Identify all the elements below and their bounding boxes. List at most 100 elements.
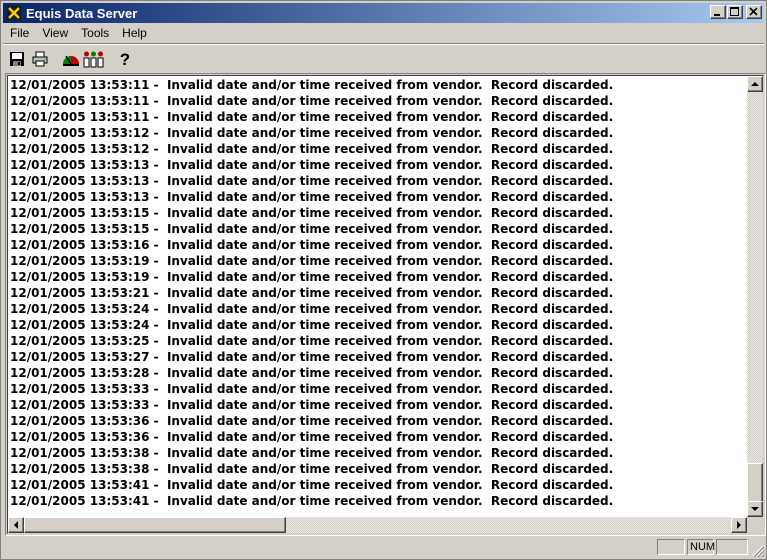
arrow-right-icon — [737, 521, 741, 529]
log-time: 13:53:11 — [89, 94, 150, 108]
log-line: 12/01/2005 13:53:41 - Invalid date and/o… — [10, 494, 614, 508]
log-time: 13:53:41 — [89, 494, 150, 508]
log-line: 12/01/2005 13:53:19 - Invalid date and/o… — [10, 254, 614, 268]
scrollbar-corner — [747, 517, 763, 533]
scroll-left-button[interactable] — [8, 517, 24, 533]
log-time: 13:53:33 — [89, 398, 150, 412]
status-pane-1 — [657, 539, 685, 555]
log-time: 13:53:11 — [89, 110, 150, 124]
save-icon — [9, 52, 24, 66]
scroll-up-button[interactable] — [747, 76, 763, 92]
log-line: 12/01/2005 13:53:19 - Invalid date and/o… — [10, 270, 614, 284]
log-message: Invalid date and/or time received from v… — [166, 110, 614, 124]
log-line: 12/01/2005 13:53:38 - Invalid date and/o… — [10, 446, 614, 460]
minimize-icon — [714, 14, 720, 16]
log-time: 13:53:24 — [89, 318, 150, 332]
close-icon — [749, 7, 758, 16]
log-line: 12/01/2005 13:53:13 - Invalid date and/o… — [10, 158, 614, 172]
menu-bar: File View Tools Help — [3, 24, 153, 42]
minimize-button[interactable] — [710, 5, 726, 19]
log-date: 12/01/2005 — [10, 302, 86, 316]
log-date: 12/01/2005 — [10, 318, 86, 332]
maximize-icon — [730, 7, 739, 16]
log-time: 13:53:12 — [89, 126, 150, 140]
log-date: 12/01/2005 — [10, 382, 86, 396]
menu-file[interactable]: File — [3, 26, 35, 40]
scroll-down-button[interactable] — [747, 501, 763, 517]
log-date: 12/01/2005 — [10, 414, 86, 428]
log-line: 12/01/2005 13:53:12 - Invalid date and/o… — [10, 126, 614, 140]
help-button[interactable]: ? — [113, 48, 136, 70]
vertical-scrollbar[interactable] — [747, 76, 763, 517]
log-line: 12/01/2005 13:53:33 - Invalid date and/o… — [10, 398, 614, 412]
log-message: Invalid date and/or time received from v… — [166, 334, 614, 348]
log-message: Invalid date and/or time received from v… — [166, 286, 614, 300]
log-date: 12/01/2005 — [10, 238, 86, 252]
log-date: 12/01/2005 — [10, 462, 86, 476]
log-line: 12/01/2005 13:53:41 - Invalid date and/o… — [10, 478, 614, 492]
log-time: 13:53:13 — [89, 174, 150, 188]
log-message: Invalid date and/or time received from v… — [166, 190, 614, 204]
log-message: Invalid date and/or time received from v… — [166, 414, 614, 428]
log-time: 13:53:41 — [89, 478, 150, 492]
signal-bars-button[interactable] — [82, 48, 105, 70]
gauge-icon — [62, 55, 79, 66]
log-date: 12/01/2005 — [10, 142, 86, 156]
log-line: 12/01/2005 13:53:13 - Invalid date and/o… — [10, 190, 614, 204]
log-line: 12/01/2005 13:53:25 - Invalid date and/o… — [10, 334, 614, 348]
log-time: 13:53:11 — [89, 78, 150, 92]
log-date: 12/01/2005 — [10, 478, 86, 492]
toolbar: ? — [5, 46, 136, 72]
vertical-scroll-thumb[interactable] — [747, 463, 763, 505]
equis-app-icon — [7, 6, 21, 20]
log-line: 12/01/2005 13:53:13 - Invalid date and/o… — [10, 174, 614, 188]
log-time: 13:53:27 — [89, 350, 150, 364]
status-num-indicator: NUM — [687, 539, 715, 555]
log-time: 13:53:36 — [89, 414, 150, 428]
log-message: Invalid date and/or time received from v… — [166, 158, 614, 172]
log-message: Invalid date and/or time received from v… — [166, 254, 614, 268]
horizontal-scrollbar[interactable] — [8, 517, 747, 533]
log-message: Invalid date and/or time received from v… — [166, 382, 614, 396]
log-line: 12/01/2005 13:53:15 - Invalid date and/o… — [10, 222, 614, 236]
log-line: 12/01/2005 13:53:11 - Invalid date and/o… — [10, 110, 614, 124]
scroll-right-button[interactable] — [731, 517, 747, 533]
arrow-left-icon — [14, 521, 18, 529]
log-date: 12/01/2005 — [10, 206, 86, 220]
log-message: Invalid date and/or time received from v… — [166, 302, 614, 316]
menu-view[interactable]: View — [35, 26, 74, 40]
save-button[interactable] — [5, 48, 28, 70]
log-lines: 12/01/2005 13:53:11 - Invalid date and/o… — [10, 77, 613, 509]
help-icon: ? — [119, 50, 129, 68]
log-message: Invalid date and/or time received from v… — [166, 94, 614, 108]
title-bar[interactable]: Equis Data Server — [3, 3, 764, 23]
log-line: 12/01/2005 13:53:12 - Invalid date and/o… — [10, 142, 614, 156]
gauge-button[interactable] — [59, 48, 82, 70]
print-button[interactable] — [28, 48, 51, 70]
log-line: 12/01/2005 13:53:27 - Invalid date and/o… — [10, 350, 614, 364]
log-line: 12/01/2005 13:53:16 - Invalid date and/o… — [10, 238, 614, 252]
log-message: Invalid date and/or time received from v… — [166, 318, 614, 332]
horizontal-scroll-thumb[interactable] — [24, 517, 286, 533]
log-line: 12/01/2005 13:53:11 - Invalid date and/o… — [10, 78, 614, 92]
close-button[interactable] — [746, 5, 762, 19]
log-time: 13:53:38 — [89, 462, 150, 476]
log-message: Invalid date and/or time received from v… — [166, 350, 614, 364]
signal-bars-icon — [83, 51, 103, 68]
log-line: 12/01/2005 13:53:21 - Invalid date and/o… — [10, 286, 614, 300]
log-message: Invalid date and/or time received from v… — [166, 174, 614, 188]
log-view[interactable]: 12/01/2005 13:53:11 - Invalid date and/o… — [7, 75, 764, 534]
status-pane-3 — [716, 539, 748, 555]
log-time: 13:53:28 — [89, 366, 150, 380]
log-message: Invalid date and/or time received from v… — [166, 142, 614, 156]
log-line: 12/01/2005 13:53:36 - Invalid date and/o… — [10, 430, 614, 444]
resize-grip-icon[interactable] — [752, 545, 764, 557]
log-message: Invalid date and/or time received from v… — [166, 206, 614, 220]
log-date: 12/01/2005 — [10, 110, 86, 124]
menu-tools[interactable]: Tools — [74, 26, 115, 40]
log-line: 12/01/2005 13:53:36 - Invalid date and/o… — [10, 414, 614, 428]
log-line: 12/01/2005 13:53:28 - Invalid date and/o… — [10, 366, 614, 380]
arrow-up-icon — [751, 82, 759, 86]
menu-help[interactable]: Help — [115, 26, 153, 40]
maximize-button[interactable] — [727, 5, 743, 19]
